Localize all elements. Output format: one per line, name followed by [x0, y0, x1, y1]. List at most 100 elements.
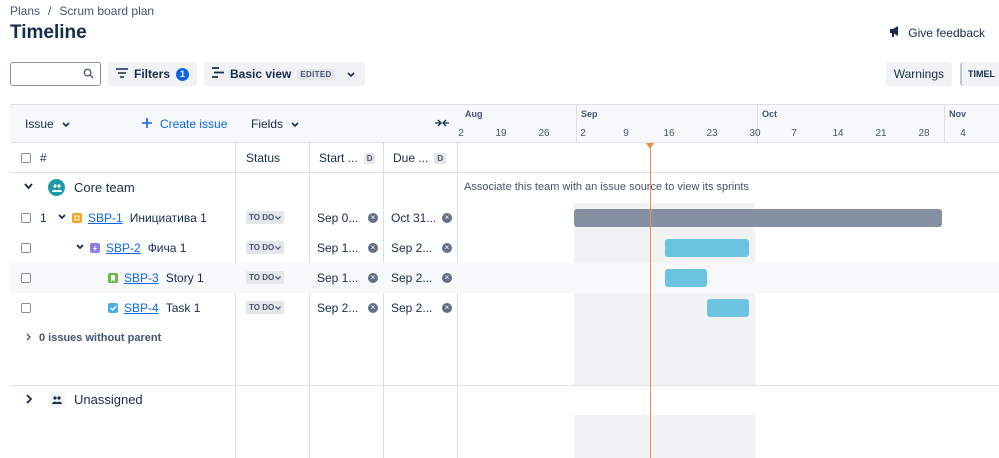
breadcrumb-plan[interactable]: Scrum board plan	[59, 4, 154, 18]
schedule-bar[interactable]	[665, 239, 749, 257]
plus-icon	[142, 117, 152, 131]
issue-key-link[interactable]: SBP-2	[106, 241, 141, 255]
initiative-icon	[72, 213, 82, 223]
clear-start-date-icon[interactable]: ×	[368, 273, 378, 283]
rank-header: #	[40, 151, 47, 165]
search-icon[interactable]	[83, 68, 94, 82]
status-lozenge[interactable]: TO DO	[246, 211, 285, 224]
issue-header[interactable]: Issue	[25, 117, 70, 131]
megaphone-icon	[888, 24, 902, 41]
chevron-down-icon[interactable]	[58, 214, 66, 220]
chevron-down-icon	[275, 305, 282, 310]
sprint-shade-lower	[574, 415, 755, 458]
story-icon	[108, 273, 118, 283]
issue-summary[interactable]: Фича 1	[148, 241, 187, 255]
row-checkbox[interactable]	[21, 243, 31, 253]
start-date[interactable]: Sep 2...	[317, 301, 358, 315]
start-date-header[interactable]: Start ... D	[319, 151, 376, 165]
month-label: Nov	[949, 109, 967, 119]
tab-timeline[interactable]: TIMEL	[960, 62, 999, 86]
day-label: 9	[623, 128, 629, 139]
today-marker	[650, 145, 651, 458]
issue-key-link[interactable]: SBP-1	[88, 211, 123, 225]
schedule-bar[interactable]	[707, 299, 749, 317]
clear-start-date-icon[interactable]: ×	[368, 303, 378, 313]
today-marker-cap	[646, 143, 654, 149]
clear-start-date-icon[interactable]: ×	[368, 243, 378, 253]
table-row[interactable]: SBP-3 Story 1 TO DO Sep 1... × Sep 2... …	[10, 263, 999, 293]
sprint-message: Associate this team with an issue source…	[464, 181, 749, 193]
issue-summary[interactable]: Story 1	[166, 271, 204, 285]
chevron-right-icon[interactable]	[26, 332, 31, 344]
search-input[interactable]	[15, 64, 85, 84]
clear-start-date-icon[interactable]: ×	[368, 213, 378, 223]
row-checkbox[interactable]	[21, 213, 31, 223]
day-label: 19	[495, 128, 507, 139]
clear-due-date-icon[interactable]: ×	[442, 273, 452, 283]
table-row[interactable]: 1 SBP-1 Инициатива 1 TO DO Sep 0... × Oc…	[10, 203, 999, 233]
status-lozenge[interactable]: TO DO	[246, 271, 285, 284]
schedule-bar[interactable]	[665, 269, 707, 287]
chevron-down-icon[interactable]	[76, 244, 84, 250]
date-chip: D	[363, 152, 376, 164]
row-checkbox[interactable]	[21, 273, 31, 283]
epic-icon	[90, 243, 100, 253]
no-parent-label: 0 issues without parent	[39, 332, 162, 344]
month-label: Aug	[465, 109, 483, 119]
due-date-header[interactable]: Due ... D	[393, 151, 447, 165]
due-date[interactable]: Sep 2...	[391, 241, 432, 255]
day-label: 2	[580, 128, 586, 139]
month-divider	[944, 105, 945, 143]
create-issue-button[interactable]: Create issue	[142, 117, 227, 131]
table-row[interactable]: SBP-2 Фича 1 TO DO Sep 1... × Sep 2... ×	[10, 233, 999, 263]
chevron-down-icon	[62, 117, 70, 131]
breadcrumb-separator: /	[48, 4, 52, 18]
give-feedback-button[interactable]: Give feedback	[888, 24, 985, 41]
schedule-bar[interactable]	[574, 209, 942, 227]
give-feedback-label: Give feedback	[908, 25, 985, 40]
warnings-button[interactable]: Warnings	[885, 62, 952, 86]
status-lozenge[interactable]: TO DO	[246, 241, 285, 254]
timeline-grid: Issue Create issue Fields Aug Sep Oct No…	[10, 104, 999, 458]
view-settings-button[interactable]: Basic view EDITED	[204, 62, 365, 86]
filters-label: Filters	[134, 67, 171, 81]
team-name[interactable]: Core team	[74, 180, 135, 195]
collapse-fields-icon[interactable]	[435, 118, 449, 128]
day-label: 30	[749, 128, 761, 139]
no-parent-row[interactable]: 0 issues without parent	[10, 323, 999, 353]
issue-key-link[interactable]: SBP-4	[124, 301, 159, 315]
start-date[interactable]: Sep 1...	[317, 271, 358, 285]
clear-due-date-icon[interactable]: ×	[442, 243, 452, 253]
view-label: Basic view	[230, 67, 292, 81]
unassigned-label[interactable]: Unassigned	[74, 392, 143, 407]
chevron-down-icon	[275, 215, 282, 220]
start-date[interactable]: Sep 0...	[317, 211, 358, 225]
issue-summary[interactable]: Task 1	[166, 301, 201, 315]
fields-header-button[interactable]: Fields	[251, 117, 299, 131]
unassigned-row: Unassigned	[10, 385, 999, 415]
table-row[interactable]: SBP-4 Task 1 TO DO Sep 2... × Sep 2... ×	[10, 293, 999, 323]
day-label: 21	[875, 128, 887, 139]
day-label: 26	[538, 128, 550, 139]
timeline-header: Aug Sep Oct Nov 2 19 26 2 9 16 23 30 7 1…	[458, 105, 999, 143]
team-row: Core team Associate this team with an is…	[10, 173, 999, 203]
date-chip: D	[434, 152, 447, 164]
clear-due-date-icon[interactable]: ×	[442, 213, 452, 223]
breadcrumb-plans[interactable]: Plans	[10, 4, 40, 18]
status-lozenge[interactable]: TO DO	[246, 301, 285, 314]
due-date[interactable]: Sep 2...	[391, 271, 432, 285]
filters-button[interactable]: Filters 1	[108, 62, 198, 86]
due-date[interactable]: Sep 2...	[391, 301, 432, 315]
status-header[interactable]: Status	[246, 151, 280, 165]
issue-summary[interactable]: Инициатива 1	[130, 211, 207, 225]
chevron-down-icon[interactable]	[24, 183, 33, 190]
due-date[interactable]: Oct 31...	[391, 211, 436, 225]
chevron-right-icon[interactable]	[26, 394, 32, 404]
issue-key-link[interactable]: SBP-3	[124, 271, 159, 285]
select-all-checkbox[interactable]	[21, 153, 31, 163]
fields-header: Issue Create issue Fields	[10, 105, 458, 143]
start-date[interactable]: Sep 1...	[317, 241, 358, 255]
clear-due-date-icon[interactable]: ×	[442, 303, 452, 313]
chevron-down-icon	[346, 67, 355, 81]
row-checkbox[interactable]	[21, 303, 31, 313]
